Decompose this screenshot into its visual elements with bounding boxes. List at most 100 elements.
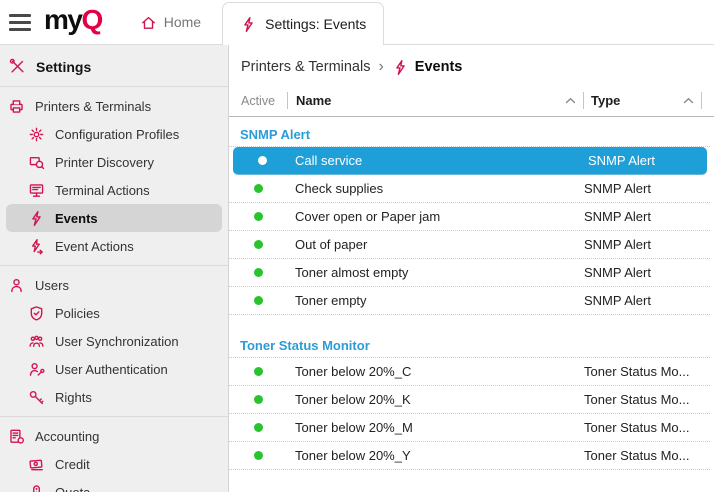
- sidebar-item-event-actions[interactable]: Event Actions: [6, 232, 222, 260]
- table-row-check-supplies[interactable]: Check suppliesSNMP Alert: [229, 175, 710, 203]
- sidebar-item-terminal-actions[interactable]: Terminal Actions: [6, 176, 222, 204]
- event-type: Toner Status Mo...: [577, 420, 710, 435]
- printer-search-icon: [28, 154, 45, 171]
- sidebar-item-label: Quota: [55, 485, 90, 492]
- active-cell: [229, 212, 287, 221]
- sidebar-item-label: Terminal Actions: [55, 183, 150, 198]
- table-row-toner-almost-empty[interactable]: Toner almost emptySNMP Alert: [229, 259, 710, 287]
- terminal-icon: [28, 182, 45, 199]
- table-row-toner-below-20-c[interactable]: Toner below 20%_CToner Status Mo...: [229, 358, 710, 386]
- key-icon: [28, 389, 45, 406]
- event-name: Toner below 20%_C: [287, 364, 577, 379]
- user-icon: [8, 277, 25, 294]
- accounting-icon: [8, 428, 25, 445]
- sidebar-item-label: Rights: [55, 390, 92, 405]
- event-type: SNMP Alert: [577, 209, 710, 224]
- table-row-toner-below-20-k[interactable]: Toner below 20%_KToner Status Mo...: [229, 386, 710, 414]
- event-type: SNMP Alert: [581, 153, 707, 168]
- printer-icon: [8, 98, 25, 115]
- sidebar-item-label: Accounting: [35, 429, 99, 444]
- sidebar-item-events[interactable]: Events: [6, 204, 222, 232]
- credit-icon: [28, 456, 45, 473]
- breadcrumb: Printers & Terminals › Events: [229, 45, 714, 85]
- lightning-icon: [240, 16, 257, 33]
- event-type: Toner Status Mo...: [577, 364, 710, 379]
- table-header: Active Name Type: [229, 85, 714, 117]
- sidebar-divider: [0, 416, 228, 417]
- settings-sidebar: Settings Printers & TerminalsConfigurati…: [0, 45, 229, 492]
- sidebar-item-label: User Authentication: [55, 362, 168, 377]
- event-name: Toner below 20%_Y: [287, 448, 577, 463]
- sidebar-divider: [0, 86, 228, 87]
- column-header-name[interactable]: Name: [288, 93, 583, 108]
- page-title: Events: [415, 59, 463, 75]
- event-type: SNMP Alert: [577, 237, 710, 252]
- table-row-call-service[interactable]: Call serviceSNMP Alert: [233, 147, 707, 175]
- chevron-up-icon[interactable]: [683, 97, 694, 104]
- shield-check-icon: [28, 305, 45, 322]
- sidebar-item-label: Event Actions: [55, 239, 134, 254]
- sidebar-item-quota[interactable]: Quota: [6, 478, 222, 492]
- users-sync-icon: [28, 333, 45, 350]
- active-status-dot: [254, 240, 263, 249]
- table-row-toner-below-20-y[interactable]: Toner below 20%_YToner Status Mo...: [229, 442, 710, 470]
- sidebar-item-label: Printer Discovery: [55, 155, 154, 170]
- sidebar-item-configuration-profiles[interactable]: Configuration Profiles: [6, 120, 222, 148]
- active-cell: [229, 367, 287, 376]
- event-group: SNMP AlertCall serviceSNMP AlertCheck su…: [229, 123, 714, 315]
- sidebar-item-label: User Synchronization: [55, 334, 179, 349]
- breadcrumb-parent[interactable]: Printers & Terminals: [241, 59, 370, 75]
- sidebar-item-user-synchronization[interactable]: User Synchronization: [6, 327, 222, 355]
- column-header-type[interactable]: Type: [584, 93, 701, 108]
- home-icon: [140, 14, 157, 31]
- sidebar-item-accounting[interactable]: Accounting: [6, 422, 222, 450]
- sidebar-item-users[interactable]: Users: [6, 271, 222, 299]
- tab-home-label: Home: [164, 14, 201, 30]
- sidebar-item-printers-terminals[interactable]: Printers & Terminals: [6, 92, 222, 120]
- table-body: SNMP AlertCall serviceSNMP AlertCheck su…: [229, 117, 714, 470]
- active-status-dot: [254, 423, 263, 432]
- sidebar-item-rights[interactable]: Rights: [6, 383, 222, 411]
- active-cell: [229, 268, 287, 277]
- sidebar-divider: [0, 265, 228, 266]
- active-cell: [229, 296, 287, 305]
- sidebar-item-user-authentication[interactable]: User Authentication: [6, 355, 222, 383]
- breadcrumb-current: Events: [392, 59, 463, 76]
- sidebar-item-label: Policies: [55, 306, 100, 321]
- column-header-active: Active: [229, 94, 287, 108]
- chevron-up-icon[interactable]: [565, 97, 576, 104]
- sidebar-item-label: Users: [35, 278, 69, 293]
- event-name: Check supplies: [287, 181, 577, 196]
- lightning-icon: [28, 210, 45, 227]
- active-status-dot: [254, 367, 263, 376]
- active-cell: [229, 423, 287, 432]
- active-status-dot: [258, 156, 267, 165]
- column-divider: [701, 92, 702, 109]
- active-status-dot: [254, 268, 263, 277]
- myq-logo: myQ: [44, 6, 102, 39]
- active-cell: [229, 451, 287, 460]
- sidebar-item-printer-discovery[interactable]: Printer Discovery: [6, 148, 222, 176]
- active-cell: [229, 184, 287, 193]
- sidebar-item-policies[interactable]: Policies: [6, 299, 222, 327]
- event-name: Call service: [291, 153, 581, 168]
- table-row-toner-empty[interactable]: Toner emptySNMP Alert: [229, 287, 710, 315]
- user-auth-icon: [28, 361, 45, 378]
- active-cell: [229, 240, 287, 249]
- active-cell: [233, 156, 291, 165]
- tab-settings-events[interactable]: Settings: Events: [222, 2, 384, 45]
- tab-home[interactable]: Home: [132, 0, 209, 44]
- event-name: Toner below 20%_M: [287, 420, 577, 435]
- sidebar-item-credit[interactable]: Credit: [6, 450, 222, 478]
- hamburger-menu-icon[interactable]: [9, 14, 31, 31]
- active-cell: [229, 395, 287, 404]
- event-name: Toner empty: [287, 293, 577, 308]
- group-header-snmp-alert[interactable]: SNMP Alert: [229, 123, 710, 147]
- event-name: Cover open or Paper jam: [287, 209, 577, 224]
- table-row-cover-open-or-paper-jam[interactable]: Cover open or Paper jamSNMP Alert: [229, 203, 710, 231]
- table-row-toner-below-20-m[interactable]: Toner below 20%_MToner Status Mo...: [229, 414, 710, 442]
- group-header-toner-status-monitor[interactable]: Toner Status Monitor: [229, 334, 710, 358]
- event-type: SNMP Alert: [577, 265, 710, 280]
- table-row-out-of-paper[interactable]: Out of paperSNMP Alert: [229, 231, 710, 259]
- sidebar-nav: Printers & TerminalsConfiguration Profil…: [0, 92, 228, 492]
